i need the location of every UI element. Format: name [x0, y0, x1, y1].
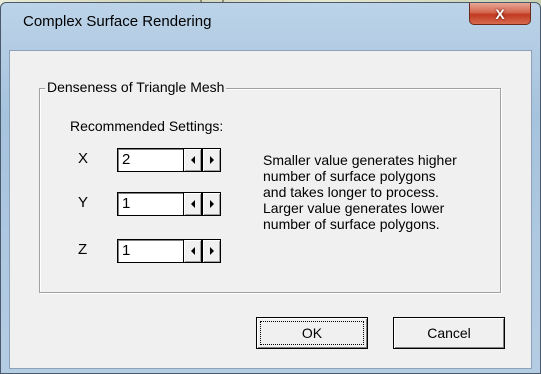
help-line: number of surface polygons [263, 168, 436, 184]
z-decrement-button[interactable] [183, 239, 202, 263]
dialog-window: Complex Surface Rendering X Denseness of… [0, 2, 541, 374]
group-title: Denseness of Triangle Mesh [45, 79, 227, 95]
y-spinner [183, 192, 221, 216]
arrow-right-icon [209, 156, 214, 164]
title-bar[interactable]: Complex Surface Rendering [1, 3, 540, 30]
help-line: Larger value generates lower [263, 200, 445, 216]
y-decrement-button[interactable] [183, 192, 202, 216]
x-spinner [183, 148, 221, 172]
arrow-left-icon [190, 156, 195, 164]
help-line: Smaller value generates higher [263, 152, 457, 168]
recommended-settings-label: Recommended Settings: [70, 118, 224, 134]
close-icon: X [495, 5, 505, 22]
x-increment-button[interactable] [202, 148, 221, 172]
help-line: number of surface polygons. [263, 216, 440, 232]
x-decrement-button[interactable] [183, 148, 202, 172]
y-axis-label: Y [78, 194, 89, 211]
z-spinner [183, 239, 221, 263]
arrow-right-icon [209, 247, 214, 255]
dialog-title: Complex Surface Rendering [23, 13, 212, 30]
x-value-field[interactable]: 2 [117, 148, 184, 172]
z-increment-button[interactable] [202, 239, 221, 263]
ok-button[interactable]: OK [256, 317, 368, 349]
x-axis-label: X [78, 150, 89, 167]
y-increment-button[interactable] [202, 192, 221, 216]
z-axis-label: Z [78, 241, 88, 258]
cancel-button[interactable]: Cancel [393, 317, 505, 349]
help-text: Smaller value generates higher number of… [263, 152, 513, 232]
dialog-body: Denseness of Triangle Mesh Recommended S… [9, 50, 532, 369]
z-value-field[interactable]: 1 [117, 239, 184, 263]
arrow-left-icon [190, 200, 195, 208]
arrow-right-icon [209, 200, 214, 208]
y-value-field[interactable]: 1 [117, 192, 184, 216]
arrow-left-icon [190, 247, 195, 255]
close-button[interactable]: X [469, 3, 531, 25]
help-line: and takes longer to process. [263, 184, 439, 200]
